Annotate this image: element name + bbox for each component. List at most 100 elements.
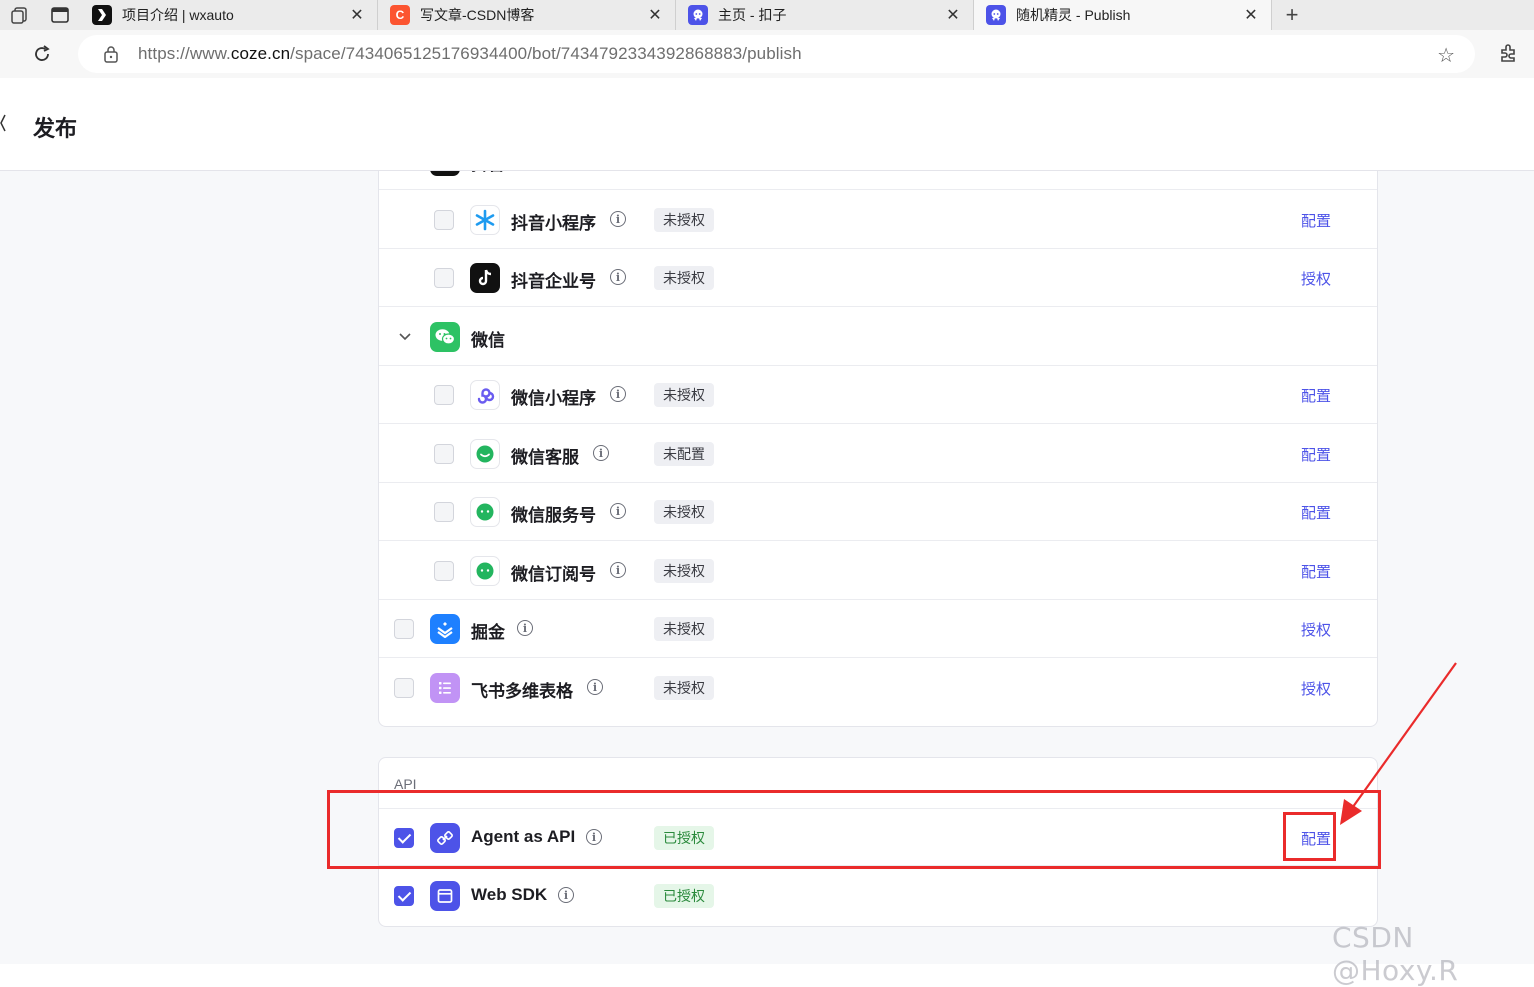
info-icon[interactable]: i [610, 386, 626, 402]
tab-title: 写文章-CSDN博客 [420, 7, 535, 23]
wechat-service-icon [470, 439, 500, 469]
workspaces-icon[interactable] [0, 0, 40, 30]
tab-title: 主页 - 扣子 [718, 7, 787, 23]
group-label: 抖音 [471, 171, 505, 175]
close-icon[interactable]: ✕ [1241, 5, 1261, 25]
platform-row-wechat-miniapp: 微信小程序 i 未授权 配置 [379, 366, 1377, 424]
close-icon[interactable]: ✕ [943, 5, 963, 25]
platform-name: 掘金 [471, 623, 505, 642]
group-label: 微信 [471, 331, 505, 350]
wechat-icon [430, 322, 460, 352]
platform-checkbox[interactable] [434, 385, 454, 405]
status-badge: 未授权 [654, 383, 714, 407]
platform-checkbox[interactable] [434, 444, 454, 464]
web-sdk-icon [430, 881, 460, 911]
platform-row-douyin-enterprise: 抖音企业号 i 未授权 授权 [379, 249, 1377, 307]
reload-icon[interactable] [28, 40, 56, 68]
lock-icon[interactable] [100, 45, 122, 63]
chevron-down-icon[interactable] [397, 328, 413, 344]
platform-list-card: 抖音 抖音小程序 i 未授权 配置 抖音企业号 i 未授权 授权 [378, 171, 1378, 727]
feishu-bitable-icon [430, 673, 460, 703]
platform-checkbox[interactable] [394, 678, 414, 698]
status-badge: 未配置 [654, 442, 714, 466]
platform-row-feishu-bitable: 飞书多维表格 i 未授权 授权 [379, 659, 1377, 717]
status-badge: 未授权 [654, 208, 714, 232]
juejin-icon [430, 614, 460, 644]
douyin-miniapp-icon [470, 205, 500, 235]
group-header-wechat[interactable]: 微信 [379, 308, 1377, 366]
platform-checkbox[interactable] [394, 619, 414, 639]
csdn-icon: C [390, 5, 410, 25]
back-arrow-icon[interactable] [0, 112, 6, 134]
platform-name: 微信订阅号 [511, 565, 596, 584]
configure-link[interactable]: 配置 [1301, 385, 1331, 406]
info-icon[interactable]: i [517, 620, 533, 636]
url-field[interactable]: https://www.coze.cn/space/74340651251769… [78, 35, 1475, 73]
publish-content: 抖音 抖音小程序 i 未授权 配置 抖音企业号 i 未授权 授权 [0, 171, 1534, 964]
info-icon[interactable]: i [558, 887, 574, 903]
platform-name: 微信小程序 [511, 389, 596, 408]
status-badge: 未授权 [654, 500, 714, 524]
page-header: 发布 [0, 78, 1534, 171]
status-badge: 未授权 [654, 559, 714, 583]
status-badge: 未授权 [654, 617, 714, 641]
red-arrow-icon [1340, 662, 1457, 825]
group-header-douyin[interactable]: 抖音 [379, 171, 1377, 190]
configure-link[interactable]: 配置 [1301, 561, 1331, 582]
page-title: 发布 [33, 116, 78, 141]
authorize-link[interactable]: 授权 [1301, 268, 1331, 289]
platform-checkbox[interactable] [434, 561, 454, 581]
platform-name: 微信服务号 [511, 506, 596, 525]
close-icon[interactable]: ✕ [645, 5, 665, 25]
wxauto-icon [92, 5, 112, 25]
configure-link[interactable]: 配置 [1301, 210, 1331, 231]
platform-row-douyin-miniapp: 抖音小程序 i 未授权 配置 [379, 191, 1377, 249]
info-icon[interactable]: i [610, 211, 626, 227]
tab-title: 项目介绍 | wxauto [122, 7, 234, 23]
watermark: CSDN @Hoxy.R [1332, 921, 1459, 987]
info-icon[interactable]: i [587, 679, 603, 695]
platform-checkbox[interactable] [434, 268, 454, 288]
platform-name: 抖音小程序 [511, 214, 596, 233]
browser-tab-coze-home[interactable]: 主页 - 扣子 ✕ [676, 0, 974, 30]
platform-checkbox[interactable] [394, 886, 414, 906]
platform-name: 飞书多维表格 [471, 682, 573, 701]
configure-link[interactable]: 配置 [1301, 502, 1331, 523]
authorize-link[interactable]: 授权 [1301, 678, 1331, 699]
browser-tab-bar: 项目介绍 | wxauto ✕ C 写文章-CSDN博客 ✕ 主页 - 扣子 ✕… [0, 0, 1534, 30]
favorite-star-icon[interactable]: ☆ [1437, 43, 1455, 68]
platform-checkbox[interactable] [434, 210, 454, 230]
coze-icon [986, 5, 1006, 25]
platform-name: 抖音企业号 [511, 272, 596, 291]
configure-link[interactable]: 配置 [1301, 444, 1331, 465]
platform-row-wechat-official: 微信服务号 i 未授权 配置 [379, 483, 1377, 541]
status-badge: 未授权 [654, 676, 714, 700]
info-icon[interactable]: i [593, 445, 609, 461]
platform-row-wechat-subscription: 微信订阅号 i 未授权 配置 [379, 542, 1377, 600]
platform-name: Web SDK [471, 885, 548, 904]
browser-tab-csdn[interactable]: C 写文章-CSDN博客 ✕ [378, 0, 676, 30]
status-badge: 未授权 [654, 266, 714, 290]
douyin-icon [430, 171, 460, 176]
status-badge: 已授权 [654, 884, 714, 908]
new-tab-icon[interactable]: + [1272, 0, 1312, 30]
browser-tab-publish[interactable]: 随机精灵 - Publish ✕ [974, 0, 1272, 30]
api-row-web-sdk: Web SDK i 已授权 [379, 867, 1377, 925]
info-icon[interactable]: i [610, 562, 626, 578]
extensions-icon[interactable] [1498, 42, 1520, 70]
highlight-configure-annotation [1283, 812, 1336, 861]
platform-checkbox[interactable] [434, 502, 454, 522]
platform-name: 微信客服 [511, 448, 579, 467]
wechat-miniapp-icon [470, 380, 500, 410]
tab-actions-icon[interactable] [40, 0, 80, 30]
url-text: https://www.coze.cn/space/74340651251769… [138, 44, 802, 63]
platform-row-wechat-service: 微信客服 i 未配置 配置 [379, 425, 1377, 483]
tab-title: 随机精灵 - Publish [1016, 7, 1131, 23]
browser-tab-wxauto[interactable]: 项目介绍 | wxauto ✕ [80, 0, 378, 30]
info-icon[interactable]: i [610, 269, 626, 285]
douyin-icon [470, 263, 500, 293]
authorize-link[interactable]: 授权 [1301, 619, 1331, 640]
info-icon[interactable]: i [610, 503, 626, 519]
close-icon[interactable]: ✕ [347, 5, 367, 25]
coze-icon [688, 5, 708, 25]
